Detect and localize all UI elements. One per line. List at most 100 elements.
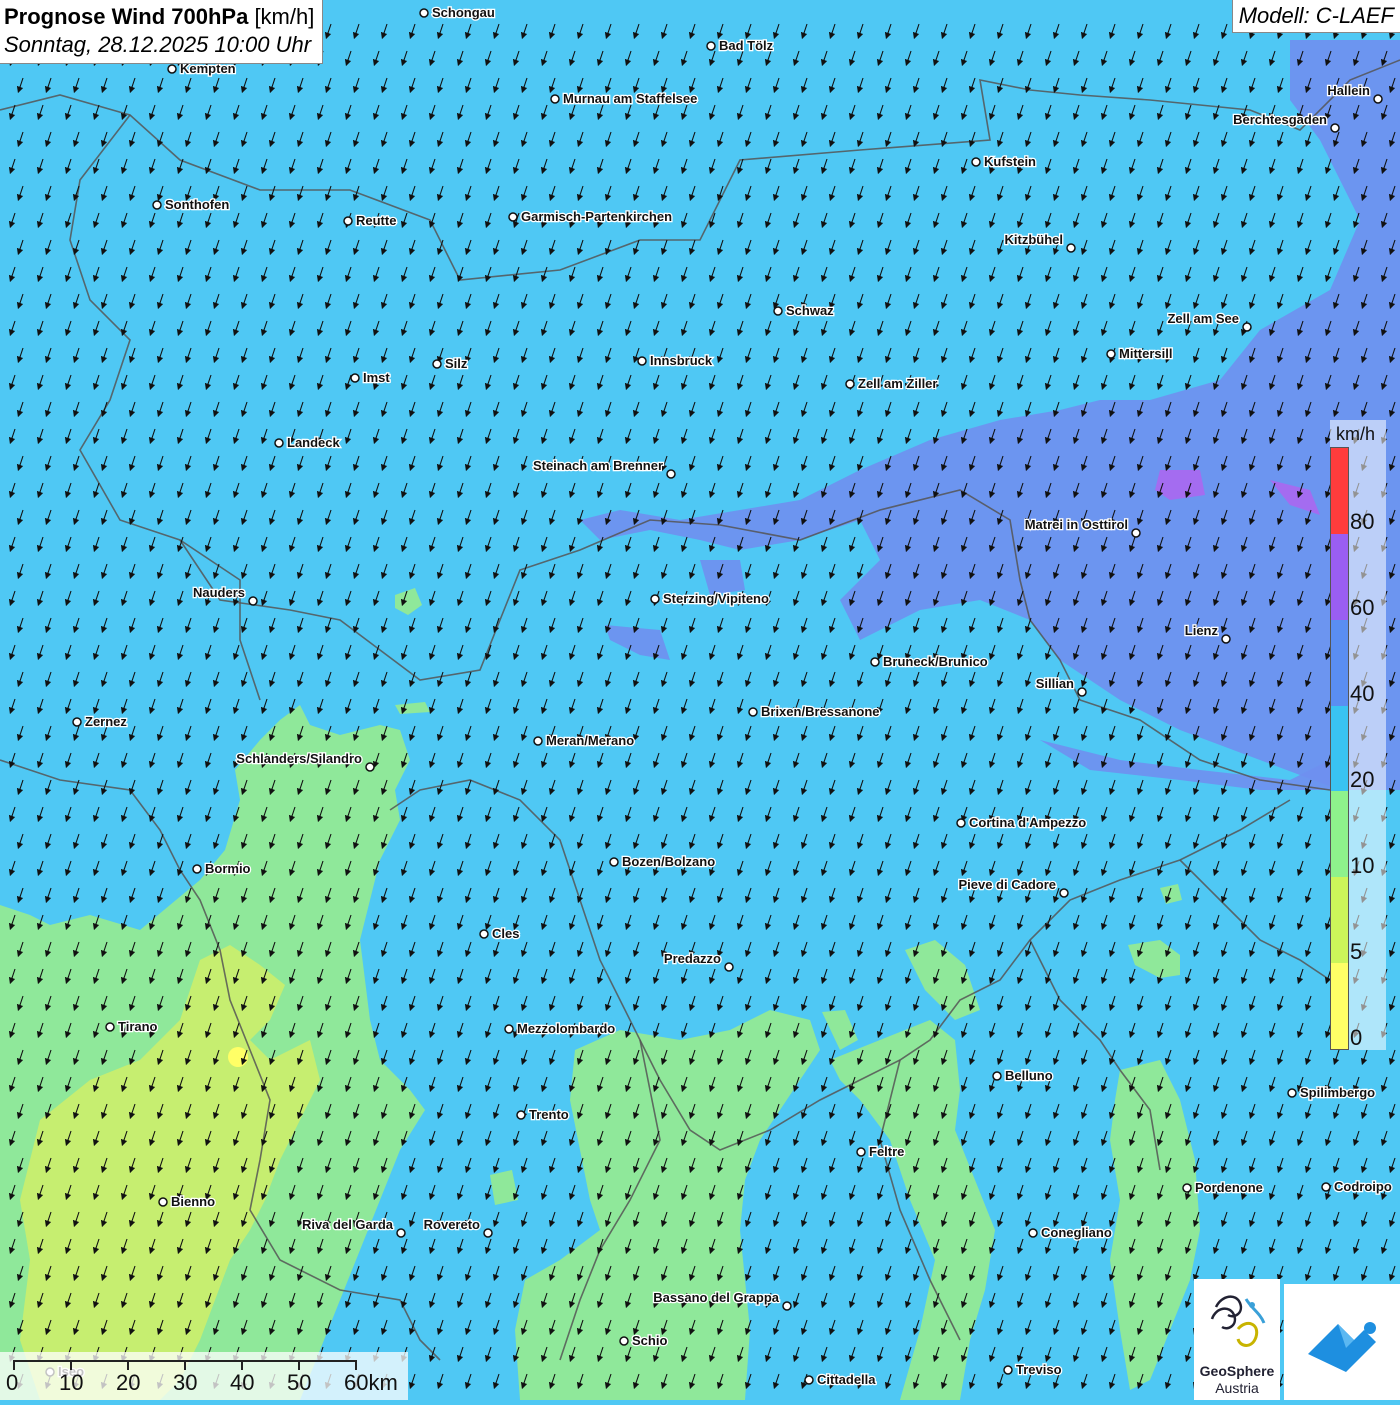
city-marker[interactable]: Murnau am Staffelsee — [550, 90, 699, 107]
scale-label: 60km — [344, 1370, 398, 1395]
city-label: Bozen/Bolzano — [622, 854, 715, 869]
city-label: Steinach am Brenner — [533, 458, 663, 473]
model-label: Modell: C-LAEF — [1231, 0, 1400, 33]
city-marker[interactable]: Sterzing/Vipiteno — [650, 590, 770, 607]
geosphere-logo[interactable]: GeoSphere Austria — [1194, 1279, 1280, 1400]
city-marker[interactable]: Innsbruck — [637, 352, 714, 369]
city-dot — [1373, 94, 1383, 104]
city-marker[interactable]: Conegliano — [1028, 1224, 1113, 1241]
title-box: Prognose Wind 700hPa [km/h] Sonntag, 28.… — [0, 0, 324, 64]
city-label: Riva del Garda — [302, 1217, 394, 1232]
legend-unit: km/h — [1336, 424, 1376, 444]
city-dot — [508, 212, 518, 222]
legend-colorbar — [1330, 447, 1349, 1050]
map-title-main: Prognose Wind 700hPa — [4, 4, 249, 29]
city-marker[interactable]: Spilimbergo — [1287, 1084, 1376, 1101]
city-label: Belluno — [1005, 1068, 1053, 1083]
city-dot — [1131, 528, 1141, 538]
city-label: Brixen/Bressanone — [761, 704, 880, 719]
city-dot — [650, 594, 660, 604]
legend-tick-label: 0 — [1350, 1025, 1363, 1050]
city-label: Cittadella — [817, 1372, 876, 1387]
city-dot — [1066, 243, 1076, 253]
legend-color-segment — [1331, 791, 1348, 878]
city-dot — [666, 469, 676, 479]
city-dot — [1059, 888, 1069, 898]
city-dot — [956, 818, 966, 828]
legend-color-segment — [1331, 448, 1348, 534]
wind-forecast-map[interactable]: SchongauBad TölzKemptenHalleinMurnau am … — [0, 0, 1400, 1400]
legend-color-segment — [1331, 705, 1348, 792]
city-marker[interactable]: Brixen/Bressanone — [748, 703, 881, 720]
city-dot — [365, 762, 375, 772]
city-dot — [192, 864, 202, 874]
city-marker[interactable]: Schongau — [419, 4, 496, 21]
city-dot — [516, 1110, 526, 1120]
scale-label: 50 — [287, 1370, 312, 1395]
city-dot — [248, 596, 258, 606]
city-marker[interactable]: Zell am Ziller — [845, 375, 939, 392]
legend-color-segment — [1331, 963, 1348, 1049]
scale-tick — [184, 1360, 186, 1370]
city-marker[interactable]: Bozen/Bolzano — [609, 853, 717, 870]
city-marker[interactable]: Pordenone — [1182, 1179, 1264, 1196]
city-dot — [637, 356, 647, 366]
weather-app-logo[interactable] — [1284, 1284, 1400, 1400]
city-label: Sillian — [1036, 676, 1074, 691]
legend-tick-label: 80 — [1350, 509, 1375, 534]
legend-color-segment — [1331, 619, 1348, 706]
legend-color-segment — [1331, 533, 1348, 620]
city-dot — [343, 216, 353, 226]
city-label: Nauders — [193, 585, 245, 600]
city-dot — [72, 717, 82, 727]
city-label: Cles — [492, 926, 519, 941]
city-dot — [158, 1197, 168, 1207]
city-dot — [1182, 1183, 1192, 1193]
city-label: Sonthofen — [165, 197, 229, 212]
city-dot — [167, 64, 177, 74]
city-dot — [1106, 349, 1116, 359]
city-label: Murnau am Staffelsee — [563, 91, 697, 106]
city-dot — [804, 1375, 814, 1385]
city-label: Mezzolombardo — [517, 1021, 615, 1036]
map-title: Prognose Wind 700hPa [km/h] — [4, 3, 314, 31]
city-label: Hallein — [1327, 83, 1370, 98]
legend-tick-label: 60 — [1350, 595, 1375, 620]
city-dot — [706, 41, 716, 51]
city-label: Spilimbergo — [1300, 1085, 1375, 1100]
city-label: Bassano del Grappa — [653, 1290, 779, 1305]
city-marker[interactable]: Mezzolombardo — [504, 1020, 617, 1037]
city-marker[interactable]: Garmisch-Partenkirchen — [508, 208, 673, 225]
city-label: Landeck — [287, 435, 341, 450]
city-dot — [1330, 123, 1340, 133]
city-label: Mittersill — [1119, 346, 1172, 361]
city-dot — [1321, 1182, 1331, 1192]
city-dot — [870, 657, 880, 667]
city-dot — [483, 1228, 493, 1238]
city-label: Treviso — [1016, 1362, 1062, 1377]
scale-label: 30 — [173, 1370, 198, 1395]
geosphere-sub: Austria — [1215, 1380, 1259, 1396]
city-marker[interactable]: Bruneck/Brunico — [870, 653, 989, 670]
scale-tick — [70, 1360, 72, 1370]
city-marker[interactable]: Cortina d'Ampezzo — [956, 814, 1088, 831]
city-marker[interactable]: Sonthofen — [152, 196, 231, 213]
city-label: Zernez — [85, 714, 127, 729]
city-dot — [1003, 1365, 1013, 1375]
city-dot — [1077, 687, 1087, 697]
mountain-cloud-icon — [1308, 1322, 1376, 1372]
scale-label: 20 — [116, 1370, 141, 1395]
city-dot — [856, 1147, 866, 1157]
city-dot — [619, 1336, 629, 1346]
city-label: Zell am Ziller — [858, 376, 937, 391]
city-dot — [432, 359, 442, 369]
city-dot — [971, 157, 981, 167]
city-label: Codroipo — [1334, 1179, 1392, 1194]
city-dot — [1221, 634, 1231, 644]
city-dot — [533, 736, 543, 746]
city-label: Imst — [363, 370, 390, 385]
map-title-unit: [km/h] — [254, 4, 315, 29]
city-dot — [105, 1022, 115, 1032]
city-label: Zell am See — [1167, 311, 1239, 326]
city-marker[interactable]: Meran/Merano — [533, 732, 635, 749]
